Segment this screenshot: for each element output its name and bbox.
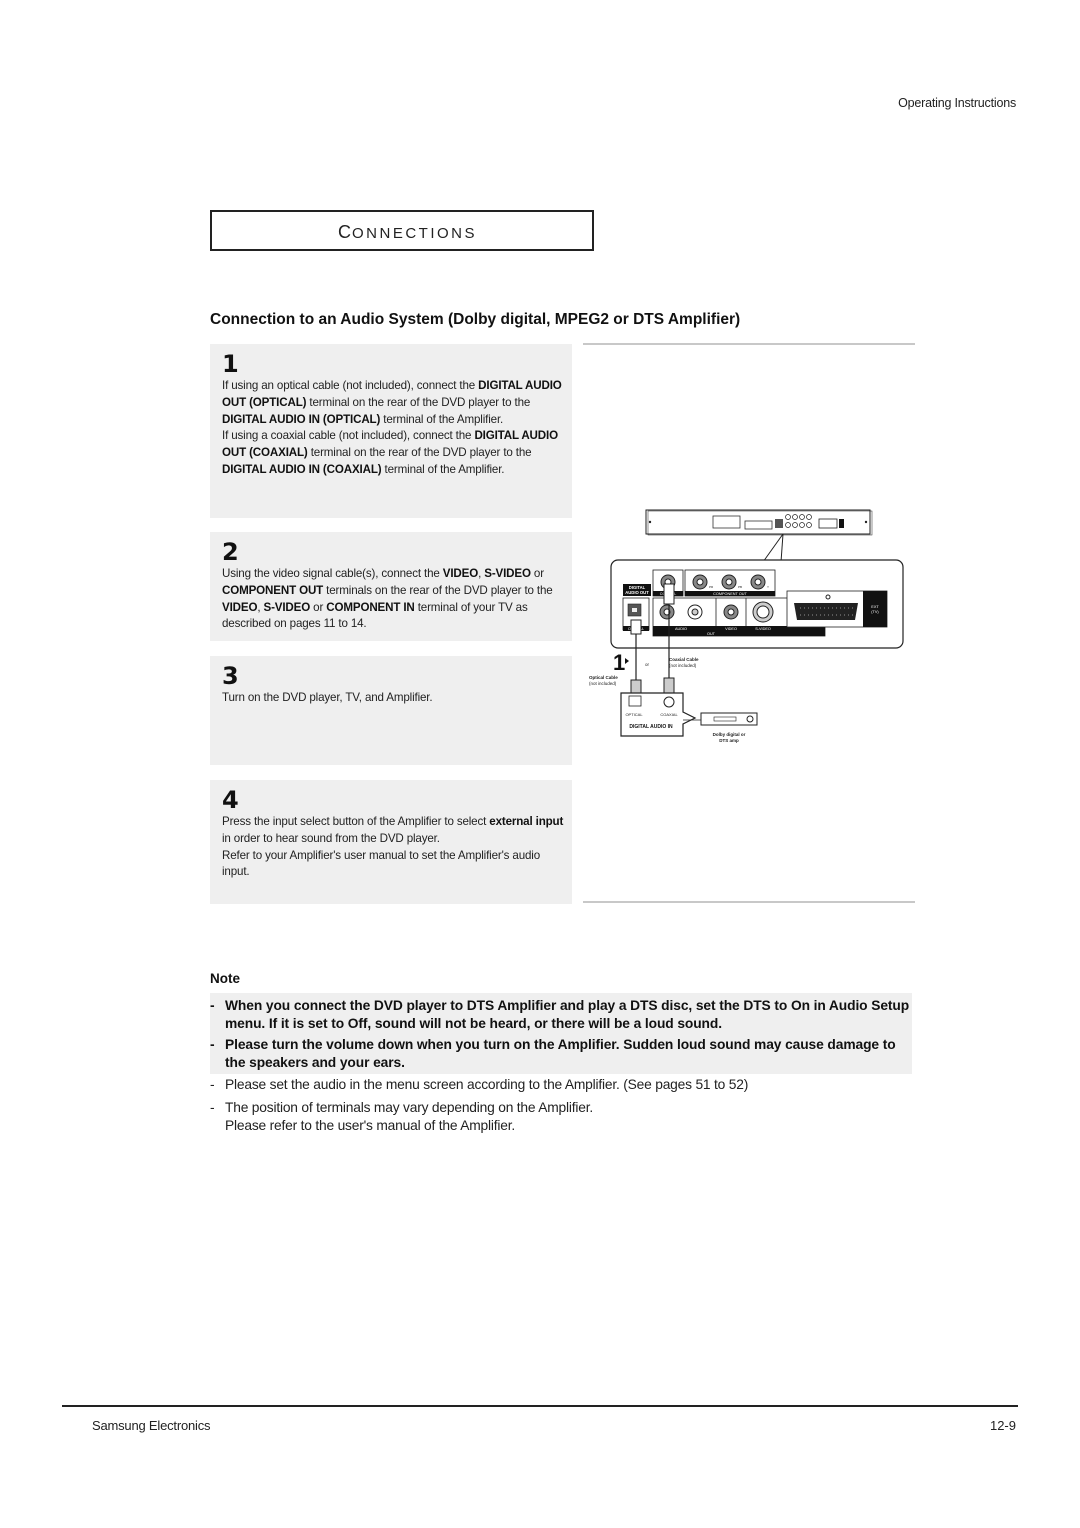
step-number: 1 bbox=[222, 350, 239, 378]
emphasized-term: S-VIDEO bbox=[263, 600, 311, 614]
digital-audio-out-label-2: AUDIO OUT bbox=[625, 590, 649, 595]
instruction-text: terminal of the Amplifier. bbox=[380, 412, 504, 426]
instruction-text: or bbox=[530, 567, 544, 580]
emphasized-term: COMPONENT IN bbox=[326, 600, 415, 614]
section-title-rest: ONNECTIONS bbox=[352, 225, 478, 242]
instruction-text: terminal on the rear of the DVD player t… bbox=[306, 395, 531, 409]
amp-caption-2: DTS amp bbox=[719, 738, 739, 743]
s-video-out-label: S-VIDEO bbox=[755, 627, 771, 631]
diagram-top-rule bbox=[583, 343, 915, 345]
ext-tv-label: EXT bbox=[871, 605, 879, 609]
connection-diagram: DIGITAL AUDIO OUT OPTICAL COAXIAL PR PB … bbox=[589, 509, 904, 743]
instruction-text: If using a coaxial cable (not included),… bbox=[222, 429, 475, 443]
step-2-panel: 2 Using the video signal cable(s), conne… bbox=[210, 532, 572, 641]
note-text: Please set the audio in the menu screen … bbox=[225, 1077, 749, 1092]
component-pin-y: Y bbox=[767, 585, 769, 589]
instruction-text: or bbox=[310, 600, 327, 614]
instruction-text: terminal on the rear of the DVD player t… bbox=[307, 446, 532, 460]
instruction-text: terminals on the rear of the DVD player … bbox=[323, 583, 553, 597]
instruction-text: If using an optical cable (not included)… bbox=[222, 379, 479, 392]
coaxial-cable-label: Coaxial Cable bbox=[669, 657, 699, 662]
step-number: 2 bbox=[222, 538, 239, 566]
diagram-bottom-rule bbox=[583, 901, 915, 903]
page-number: 12-9 bbox=[989, 1418, 1016, 1433]
page-heading: Connection to an Audio System (Dolby dig… bbox=[210, 311, 741, 328]
emphasized-term: VIDEO bbox=[442, 567, 479, 580]
or-label: or bbox=[645, 662, 650, 667]
component-pin-pb: PB bbox=[738, 585, 742, 589]
coaxial-cable-note: (not included) bbox=[669, 663, 697, 668]
digital-audio-in-label: DIGITAL AUDIO IN bbox=[629, 724, 673, 730]
amp-coaxial-label: COAXIAL bbox=[660, 712, 678, 717]
note-label: Note bbox=[210, 971, 240, 986]
video-out-label: VIDEO bbox=[725, 627, 737, 631]
note-bullet: - bbox=[210, 1100, 215, 1115]
optical-cable-note: (not included) bbox=[589, 681, 617, 686]
section-title-box: CONNECTIONS bbox=[210, 210, 594, 251]
section-title: CONNECTIONS bbox=[338, 222, 477, 243]
note-bullet: - bbox=[210, 1037, 215, 1052]
instruction-text: Press the input select button of the Amp… bbox=[222, 815, 490, 828]
running-header: Operating Instructions bbox=[898, 96, 1016, 110]
step-marker: 1 bbox=[613, 650, 625, 675]
note-text: The position of terminals may vary depen… bbox=[225, 1100, 593, 1133]
emphasized-term: external input bbox=[489, 815, 564, 828]
instruction-text: Turn on the DVD player, TV, and Amplifie… bbox=[222, 691, 433, 704]
note-bullet: - bbox=[210, 1077, 215, 1092]
ext-tv-label-2: (TV) bbox=[871, 610, 879, 614]
arrow-right-icon bbox=[625, 658, 629, 664]
section-title-initial: C bbox=[338, 222, 352, 242]
step-3-panel: 3 Turn on the DVD player, TV, and Amplif… bbox=[210, 656, 572, 765]
emphasized-term: S-VIDEO bbox=[484, 567, 531, 580]
emphasized-term: VIDEO bbox=[222, 600, 258, 614]
amp-caption: Dolby digital or bbox=[713, 732, 746, 737]
note-text: When you connect the DVD player to DTS A… bbox=[225, 998, 910, 1031]
component-out-label: COMPONENT OUT bbox=[713, 592, 747, 596]
emphasized-term: DIGITAL AUDIO IN (COAXIAL) bbox=[222, 462, 382, 476]
emphasized-term: COMPONENT OUT bbox=[222, 583, 324, 597]
footer-rule bbox=[62, 1405, 1018, 1407]
step-4-panel: 4 Press the input select button of the A… bbox=[210, 780, 572, 904]
step-instructions: Using the video signal cable(s), connect… bbox=[222, 566, 567, 633]
instruction-text: in order to hear sound from the DVD play… bbox=[222, 831, 440, 845]
step-instructions: If using an optical cable (not included)… bbox=[222, 378, 567, 479]
step-number: 4 bbox=[222, 786, 239, 814]
instruction-text: Refer to your Amplifier's user manual to… bbox=[222, 848, 541, 879]
instruction-text: terminal of the Amplifier. bbox=[381, 462, 505, 476]
dvd-player-rear-icon bbox=[645, 509, 873, 536]
emphasized-term: DIGITAL AUDIO IN (OPTICAL) bbox=[222, 412, 381, 426]
out-label: OUT bbox=[707, 632, 716, 636]
footer-company: Samsung Electronics bbox=[92, 1418, 211, 1433]
rear-panel-closeup: DIGITAL AUDIO OUT OPTICAL COAXIAL PR PB … bbox=[610, 559, 904, 649]
amp-optical-label: OPTICAL bbox=[625, 712, 643, 717]
audio-out-label: AUDIO bbox=[675, 627, 687, 631]
step-1-panel: 1 If using an optical cable (not include… bbox=[210, 344, 572, 518]
amplifier-input-panel: OPTICAL COAXIAL DIGITAL AUDIO IN bbox=[620, 692, 697, 737]
step-instructions: Press the input select button of the Amp… bbox=[222, 814, 567, 881]
optical-cable-label: Optical Cable bbox=[589, 675, 618, 680]
note-text: Please turn the volume down when you tur… bbox=[225, 1037, 896, 1070]
step-number: 3 bbox=[222, 662, 239, 690]
instruction-text: Using the video signal cable(s), connect… bbox=[222, 567, 443, 580]
step-instructions: Turn on the DVD player, TV, and Amplifie… bbox=[222, 690, 567, 707]
note-bullet: - bbox=[210, 998, 215, 1013]
optical-cable-icon bbox=[630, 619, 642, 695]
